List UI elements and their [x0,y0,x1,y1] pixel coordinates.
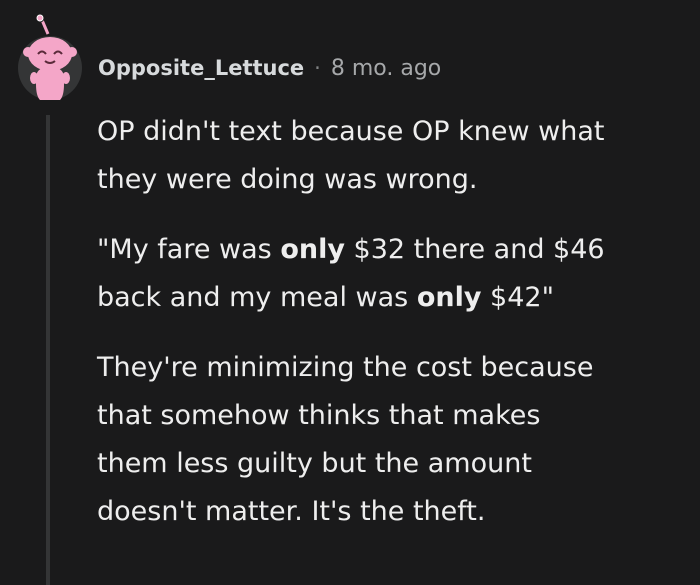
comment-meta: Opposite_Lettuce · 8 mo. ago [98,50,441,86]
paragraph-1-line-1: OP didn't text because OP knew what [97,116,605,147]
paragraph-3: They're minimizing the cost because that… [97,344,687,536]
thread-collapse-line[interactable] [46,115,50,585]
timestamp[interactable]: 8 mo. ago [331,56,441,81]
user-avatar[interactable] [18,14,82,100]
paragraph-1: OP didn't text because OP knew what they… [97,108,687,204]
meta-separator: · [314,56,321,80]
paragraph-3-line-3: them less guilty but the amount [97,448,532,479]
paragraph-2-text-3: back and my meal was [97,282,417,313]
paragraph-2-bold-1: only [280,234,345,265]
paragraph-2-text-2: $32 there and $46 [344,234,605,265]
paragraph-2-text-4: $42" [481,282,554,313]
paragraph-3-line-4: doesn't matter. It's the theft. [97,496,486,527]
comment: Opposite_Lettuce · 8 mo. ago OP didn't t… [0,0,700,585]
paragraph-2-text-1: "My fare was [97,234,281,265]
paragraph-1-line-2: they were doing was wrong. [97,164,478,195]
snoo-avatar-icon [23,14,77,100]
author-name[interactable]: Opposite_Lettuce [98,56,304,80]
paragraph-2-bold-2: only [416,282,482,313]
paragraph-3-line-1: They're minimizing the cost because [97,352,594,383]
paragraph-3-line-2: that somehow thinks that makes [97,400,541,431]
paragraph-2: "My fare was only $32 there and $46 back… [97,226,687,322]
comment-body: OP didn't text because OP knew what they… [97,108,687,558]
